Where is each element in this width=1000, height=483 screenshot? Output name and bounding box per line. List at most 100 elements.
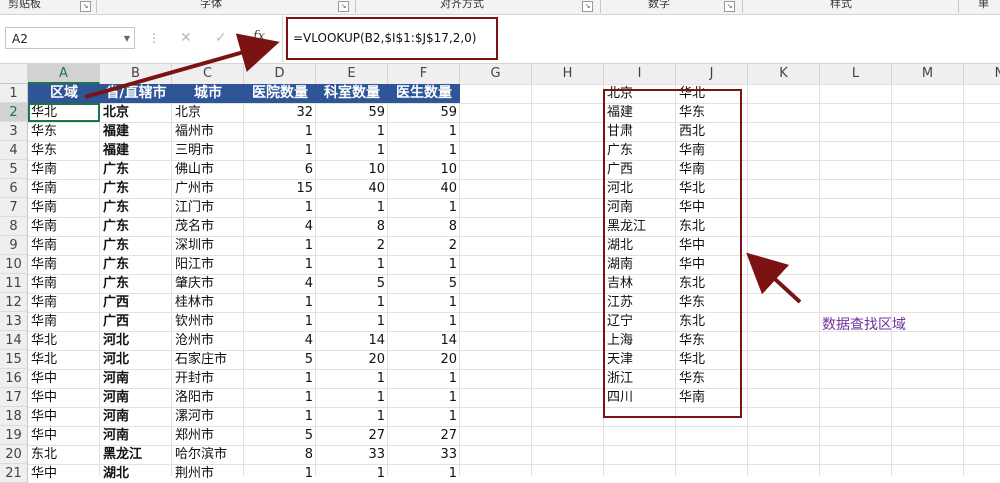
column-header-n[interactable]: N — [964, 64, 1000, 84]
select-all-corner[interactable] — [0, 64, 28, 84]
table-cell[interactable]: 黑龙江 — [100, 445, 172, 464]
table-cell[interactable]: 59 — [316, 103, 388, 122]
table-cell[interactable]: 北京 — [100, 103, 172, 122]
table-cell[interactable]: 1 — [244, 293, 316, 312]
table-cell[interactable]: 东北 — [28, 445, 100, 464]
table-cell[interactable]: 27 — [388, 426, 460, 445]
table-cell[interactable]: 1 — [316, 141, 388, 160]
table-header-cell[interactable]: 区域 — [28, 84, 100, 103]
table-header-cell[interactable]: 省/直辖市 — [100, 84, 172, 103]
row-header-21[interactable]: 21 — [0, 464, 28, 483]
table-cell[interactable]: 华南 — [28, 255, 100, 274]
table-cell[interactable]: 1 — [388, 369, 460, 388]
table-cell[interactable]: 华南 — [28, 179, 100, 198]
table-cell[interactable]: 阳江市 — [172, 255, 244, 274]
column-header-g[interactable]: G — [460, 64, 532, 84]
table-cell[interactable]: 华北 — [28, 350, 100, 369]
table-cell[interactable]: 1 — [244, 255, 316, 274]
row-header-6[interactable]: 6 — [0, 179, 28, 198]
table-cell[interactable]: 8 — [316, 217, 388, 236]
table-cell[interactable]: 2 — [388, 236, 460, 255]
name-box[interactable]: A2 ▼ — [5, 27, 135, 49]
table-cell[interactable]: 5 — [244, 350, 316, 369]
table-cell[interactable]: 10 — [316, 160, 388, 179]
table-cell[interactable]: 河南 — [100, 426, 172, 445]
table-cell[interactable]: 20 — [388, 350, 460, 369]
table-header-cell[interactable]: 科室数量 — [316, 84, 388, 103]
table-cell[interactable]: 江门市 — [172, 198, 244, 217]
table-header-cell[interactable]: 城市 — [172, 84, 244, 103]
table-cell[interactable]: 广东 — [100, 255, 172, 274]
table-cell[interactable]: 广东 — [100, 217, 172, 236]
table-cell[interactable]: 1 — [316, 198, 388, 217]
table-cell[interactable]: 2 — [316, 236, 388, 255]
clipboard-launcher-icon[interactable]: ↘ — [80, 1, 91, 12]
column-header-c[interactable]: C — [172, 64, 244, 84]
table-cell[interactable]: 1 — [244, 141, 316, 160]
column-header-i[interactable]: I — [604, 64, 676, 84]
column-header-m[interactable]: M — [892, 64, 964, 84]
table-cell[interactable]: 漯河市 — [172, 407, 244, 426]
column-header-e[interactable]: E — [316, 64, 388, 84]
table-cell[interactable]: 1 — [388, 312, 460, 331]
row-header-14[interactable]: 14 — [0, 331, 28, 350]
row-header-15[interactable]: 15 — [0, 350, 28, 369]
table-cell[interactable]: 1 — [388, 407, 460, 426]
table-cell[interactable]: 14 — [388, 331, 460, 350]
table-cell[interactable]: 河南 — [100, 369, 172, 388]
column-header-f[interactable]: F — [388, 64, 460, 84]
table-cell[interactable]: 华南 — [28, 160, 100, 179]
row-header-1[interactable]: 1 — [0, 84, 28, 103]
row-header-18[interactable]: 18 — [0, 407, 28, 426]
table-cell[interactable]: 1 — [316, 464, 388, 483]
table-cell[interactable]: 33 — [388, 445, 460, 464]
table-cell[interactable]: 福建 — [100, 122, 172, 141]
table-cell[interactable]: 1 — [388, 141, 460, 160]
table-cell[interactable]: 8 — [388, 217, 460, 236]
table-cell[interactable]: 1 — [244, 369, 316, 388]
alignment-launcher-icon[interactable]: ↘ — [582, 1, 593, 12]
table-cell[interactable]: 华中 — [28, 369, 100, 388]
table-cell[interactable]: 广西 — [100, 312, 172, 331]
table-cell[interactable]: 华北 — [28, 331, 100, 350]
table-cell[interactable]: 5 — [244, 426, 316, 445]
table-cell[interactable]: 广州市 — [172, 179, 244, 198]
enter-icon[interactable]: ✓ — [215, 30, 227, 46]
table-cell[interactable]: 4 — [244, 274, 316, 293]
row-header-12[interactable]: 12 — [0, 293, 28, 312]
table-cell[interactable]: 8 — [244, 445, 316, 464]
table-cell[interactable]: 32 — [244, 103, 316, 122]
table-cell[interactable]: 石家庄市 — [172, 350, 244, 369]
table-cell[interactable]: 河南 — [100, 388, 172, 407]
insert-function-icon[interactable]: fx — [253, 29, 265, 44]
row-header-16[interactable]: 16 — [0, 369, 28, 388]
table-cell[interactable]: 华中 — [28, 407, 100, 426]
table-cell[interactable]: 1 — [316, 369, 388, 388]
table-cell[interactable]: 湖北 — [100, 464, 172, 483]
table-cell[interactable]: 1 — [244, 236, 316, 255]
table-cell[interactable]: 桂林市 — [172, 293, 244, 312]
column-header-k[interactable]: K — [748, 64, 820, 84]
table-header-cell[interactable]: 医院数量 — [244, 84, 316, 103]
row-header-13[interactable]: 13 — [0, 312, 28, 331]
table-cell[interactable]: 沧州市 — [172, 331, 244, 350]
table-cell[interactable]: 广东 — [100, 160, 172, 179]
table-cell[interactable]: 佛山市 — [172, 160, 244, 179]
table-cell[interactable]: 4 — [244, 331, 316, 350]
table-cell[interactable]: 14 — [316, 331, 388, 350]
table-cell[interactable]: 1 — [388, 464, 460, 483]
table-cell[interactable]: 洛阳市 — [172, 388, 244, 407]
cancel-icon[interactable]: ✕ — [180, 30, 192, 46]
table-cell[interactable]: 福建 — [100, 141, 172, 160]
table-cell[interactable]: 1 — [388, 293, 460, 312]
active-cell[interactable]: 华北 — [28, 103, 100, 122]
table-cell[interactable]: 郑州市 — [172, 426, 244, 445]
row-header-7[interactable]: 7 — [0, 198, 28, 217]
column-header-j[interactable]: J — [676, 64, 748, 84]
table-cell[interactable]: 40 — [388, 179, 460, 198]
table-cell[interactable]: 广东 — [100, 236, 172, 255]
table-cell[interactable]: 北京 — [172, 103, 244, 122]
table-cell[interactable]: 广东 — [100, 179, 172, 198]
table-cell[interactable]: 1 — [316, 255, 388, 274]
row-header-5[interactable]: 5 — [0, 160, 28, 179]
